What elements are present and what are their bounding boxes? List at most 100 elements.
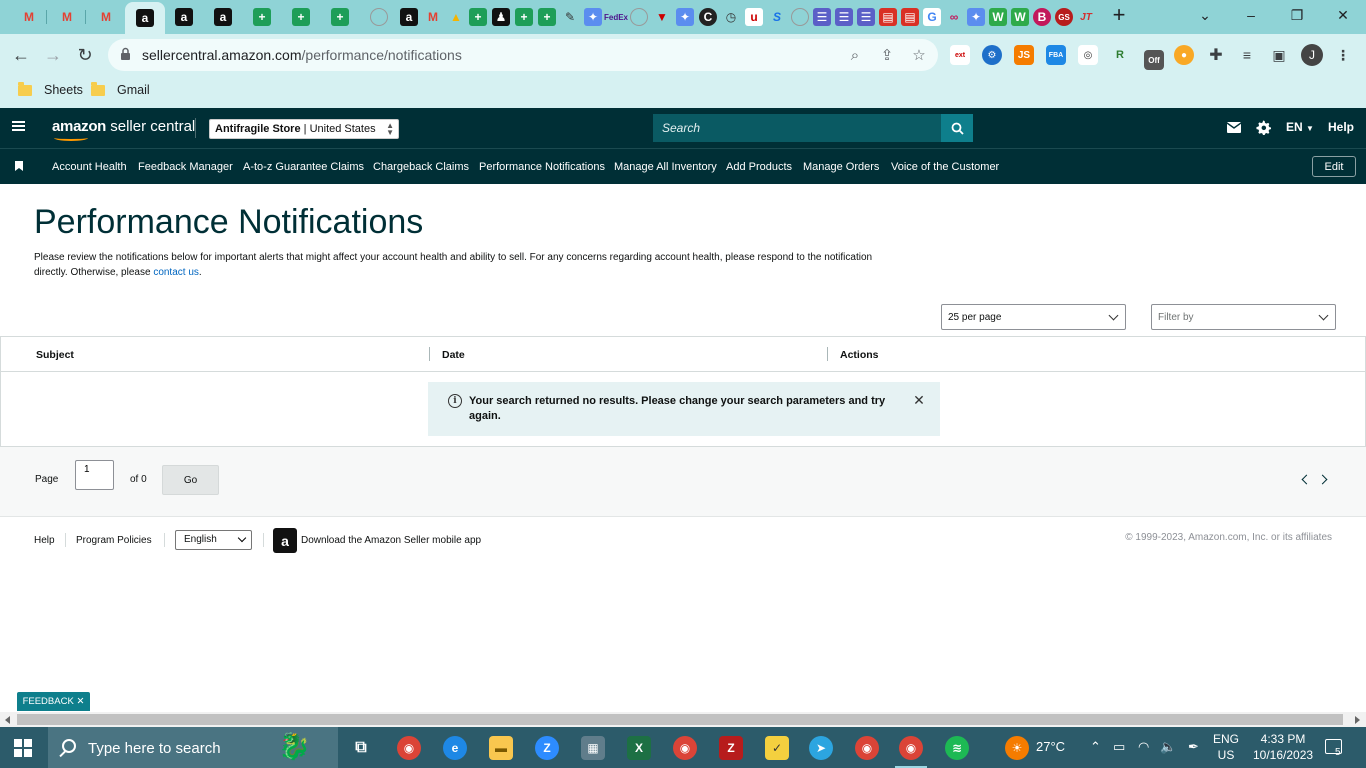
store-selector[interactable]: Antifragile Store | United States ▲ ▼ [209, 119, 399, 139]
tab-amazon[interactable]: a [212, 6, 234, 28]
new-tab-button[interactable]: + [1108, 4, 1130, 27]
tab-gmail[interactable]: M [18, 6, 40, 28]
hamburger-menu-icon[interactable] [12, 121, 25, 131]
tab-generic[interactable] [789, 6, 811, 28]
page-number-input[interactable] [75, 460, 114, 490]
bookmark-icon[interactable] [15, 161, 23, 171]
windows-start-icon[interactable] [14, 739, 32, 757]
column-date[interactable]: Date [442, 349, 465, 361]
tab-sheets[interactable]: + [536, 6, 558, 28]
tab-generic[interactable] [628, 6, 650, 28]
pen-icon[interactable]: ✒ [1188, 739, 1199, 755]
tab-seller-central-active[interactable]: a [125, 2, 165, 34]
reading-list-icon[interactable]: ≡ [1237, 45, 1257, 65]
tab-generic[interactable] [368, 6, 390, 28]
extension-icon[interactable]: ⚙ [982, 45, 1002, 65]
search-button[interactable] [941, 114, 973, 142]
battery-icon[interactable]: ▭ [1113, 739, 1125, 755]
filezilla-icon[interactable]: Z [719, 736, 743, 760]
go-button[interactable]: Go [162, 465, 219, 495]
tab-generic[interactable]: ▤ [899, 6, 921, 28]
language-switcher[interactable]: EN ▼ [1286, 120, 1314, 134]
tab-generic[interactable]: ✦ [965, 6, 987, 28]
feedback-tab[interactable]: FEEDBACK ✕ [17, 692, 90, 711]
menu-kebab-icon[interactable]: ⋮ [1333, 45, 1353, 65]
side-panel-icon[interactable]: ▣ [1269, 45, 1289, 65]
nav-performance-notifications[interactable]: Performance Notifications [479, 161, 605, 173]
tab-generic[interactable]: S [766, 6, 788, 28]
tab-search-icon[interactable]: ⌄ [1182, 0, 1228, 30]
column-subject[interactable]: Subject [36, 349, 74, 361]
file-explorer-icon[interactable]: ▬ [489, 736, 513, 760]
telegram-icon[interactable]: ➤ [809, 736, 833, 760]
nav-add-products[interactable]: Add Products [726, 161, 792, 173]
tab-generic[interactable]: ∞ [943, 6, 965, 28]
sticky-notes-icon[interactable]: ✓ [765, 736, 789, 760]
tab-generic[interactable]: u [743, 6, 765, 28]
nav-feedback-manager[interactable]: Feedback Manager [138, 161, 233, 173]
search-input[interactable] [653, 114, 941, 142]
tab-amazon[interactable]: a [173, 6, 195, 28]
tab-list[interactable]: ☰ [855, 6, 877, 28]
help-link[interactable]: Help [1328, 120, 1354, 134]
nav-manage-orders[interactable]: Manage Orders [803, 161, 879, 173]
scroll-right-icon[interactable] [1355, 716, 1360, 724]
input-language[interactable]: ENG US [1213, 731, 1239, 763]
seller-central-logo[interactable]: amazon seller central [52, 118, 195, 141]
settings-gear-icon[interactable] [1256, 120, 1271, 135]
weather-temperature[interactable]: 27°C [1036, 739, 1065, 754]
profile-avatar[interactable]: J [1301, 44, 1323, 66]
extension-icon[interactable]: ● [1174, 45, 1194, 65]
nav-account-health[interactable]: Account Health [52, 161, 127, 173]
tab-list[interactable]: ☰ [811, 6, 833, 28]
tab-gmail[interactable]: M [422, 6, 444, 28]
footer-help-link[interactable]: Help [34, 535, 55, 546]
tab-generic[interactable]: ▤ [877, 6, 899, 28]
per-page-dropdown[interactable]: 25 per page [941, 304, 1126, 330]
tab-generic[interactable]: ▼ [651, 6, 673, 28]
tab-gmail[interactable]: M [56, 6, 78, 28]
edit-shortcuts-button[interactable]: Edit [1312, 156, 1356, 177]
extension-icon[interactable]: ext [950, 45, 970, 65]
tab-sheets[interactable]: + [329, 6, 351, 28]
close-icon[interactable]: ✕ [76, 696, 84, 707]
tab-sheets[interactable]: + [467, 6, 489, 28]
tab-generic[interactable]: ♟ [490, 6, 512, 28]
mail-icon[interactable] [1227, 122, 1241, 133]
zoom-app-icon[interactable]: Z [535, 736, 559, 760]
extension-off-badge[interactable]: Off [1144, 50, 1164, 70]
bookmark-gmail[interactable]: Gmail [91, 81, 150, 97]
tab-amazon[interactable]: a [398, 6, 420, 28]
taskbar-search[interactable]: Type here to search 🐉 [48, 727, 338, 768]
tab-sheets[interactable]: + [251, 6, 273, 28]
tab-generic[interactable]: B [1031, 6, 1053, 28]
task-view-icon[interactable]: ⧉ [349, 736, 373, 760]
extension-icon[interactable]: R [1110, 45, 1130, 65]
calculator-icon[interactable]: ▦ [581, 736, 605, 760]
close-window-icon[interactable]: ✕ [1320, 0, 1366, 30]
nav-voice-of-customer[interactable]: Voice of the Customer [891, 161, 999, 173]
download-app-link[interactable]: Download the Amazon Seller mobile app [301, 535, 481, 546]
tab-generic[interactable]: ✦ [582, 6, 604, 28]
edge-icon[interactable]: e [443, 736, 467, 760]
chrome-active-icon[interactable]: ◉ [895, 736, 927, 768]
zoom-icon[interactable]: ⌕ [845, 45, 865, 65]
nav-a-to-z-claims[interactable]: A-to-z Guarantee Claims [243, 161, 364, 173]
chrome-icon[interactable]: ◉ [855, 736, 879, 760]
tab-fedex[interactable]: FedEx [604, 6, 628, 28]
tab-sheets[interactable]: + [290, 6, 312, 28]
tab-generic[interactable]: GS [1053, 6, 1075, 28]
restore-icon[interactable]: ❐ [1274, 0, 1320, 30]
horizontal-scrollbar[interactable] [0, 712, 1366, 727]
tab-sheets[interactable]: + [513, 6, 535, 28]
forward-icon[interactable]: → [40, 42, 66, 68]
js-extension-icon[interactable]: JS [1014, 45, 1034, 65]
tab-google[interactable]: G [921, 6, 943, 28]
close-icon[interactable]: ✕ [912, 393, 926, 407]
filter-dropdown[interactable]: Filter by [1151, 304, 1336, 330]
program-policies-link[interactable]: Program Policies [76, 535, 152, 546]
system-clock[interactable]: 4:33 PM 10/16/2023 [1253, 731, 1313, 763]
address-bar[interactable]: sellercentral.amazon.com/performance/not… [108, 39, 938, 71]
volume-icon[interactable]: 🔈 [1160, 739, 1176, 755]
previous-page-icon[interactable] [1301, 474, 1312, 485]
